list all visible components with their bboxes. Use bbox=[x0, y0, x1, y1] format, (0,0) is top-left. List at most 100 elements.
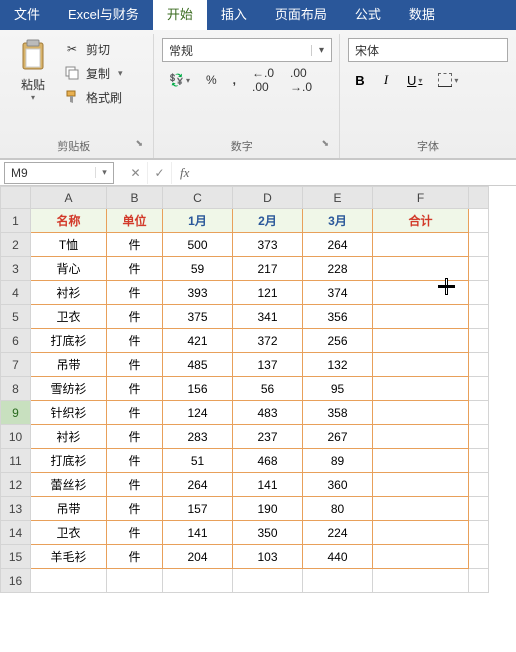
cell[interactable]: 2月 bbox=[233, 209, 303, 233]
cell[interactable] bbox=[469, 425, 489, 449]
cell[interactable] bbox=[163, 569, 233, 593]
col-header[interactable]: A bbox=[31, 187, 107, 209]
border-button[interactable]: ▾ bbox=[431, 68, 465, 92]
bold-button[interactable]: B bbox=[348, 68, 372, 92]
cell[interactable] bbox=[373, 473, 469, 497]
cell[interactable] bbox=[469, 209, 489, 233]
cell[interactable]: 393 bbox=[163, 281, 233, 305]
col-header[interactable]: F bbox=[373, 187, 469, 209]
cell[interactable] bbox=[373, 569, 469, 593]
cell[interactable] bbox=[373, 545, 469, 569]
cell[interactable] bbox=[469, 377, 489, 401]
cell[interactable] bbox=[469, 257, 489, 281]
row-header[interactable]: 9 bbox=[1, 401, 31, 425]
col-header[interactable]: B bbox=[107, 187, 163, 209]
cell[interactable]: 350 bbox=[233, 521, 303, 545]
tab-data[interactable]: 数据 bbox=[395, 0, 449, 30]
cell[interactable]: 吊带 bbox=[31, 497, 107, 521]
tab-home[interactable]: 开始 bbox=[153, 0, 207, 30]
cell[interactable]: 156 bbox=[163, 377, 233, 401]
cell[interactable] bbox=[373, 497, 469, 521]
cell[interactable]: 件 bbox=[107, 401, 163, 425]
cell[interactable]: 256 bbox=[303, 329, 373, 353]
cell[interactable]: 356 bbox=[303, 305, 373, 329]
row-header[interactable]: 3 bbox=[1, 257, 31, 281]
row-header[interactable]: 11 bbox=[1, 449, 31, 473]
cell[interactable]: 341 bbox=[233, 305, 303, 329]
cell[interactable]: 件 bbox=[107, 473, 163, 497]
cell[interactable]: 137 bbox=[233, 353, 303, 377]
row-header[interactable]: 7 bbox=[1, 353, 31, 377]
row-header[interactable]: 8 bbox=[1, 377, 31, 401]
cell[interactable]: 375 bbox=[163, 305, 233, 329]
row-header[interactable]: 4 bbox=[1, 281, 31, 305]
row-header[interactable]: 14 bbox=[1, 521, 31, 545]
underline-button[interactable]: U▾ bbox=[400, 68, 429, 92]
cell[interactable]: 件 bbox=[107, 545, 163, 569]
cell[interactable]: 373 bbox=[233, 233, 303, 257]
cell[interactable]: 440 bbox=[303, 545, 373, 569]
row-header[interactable]: 2 bbox=[1, 233, 31, 257]
cell[interactable]: 372 bbox=[233, 329, 303, 353]
copy-button[interactable]: 复制 ▾ bbox=[60, 62, 127, 84]
cell[interactable]: 190 bbox=[233, 497, 303, 521]
cell[interactable]: 483 bbox=[233, 401, 303, 425]
cell[interactable]: 名称 bbox=[31, 209, 107, 233]
cell[interactable]: 合计 bbox=[373, 209, 469, 233]
chevron-down-icon[interactable]: ▾ bbox=[311, 45, 331, 56]
cell[interactable] bbox=[303, 569, 373, 593]
cell[interactable]: 485 bbox=[163, 353, 233, 377]
tab-file[interactable]: 文件 bbox=[0, 0, 54, 30]
dialog-launcher-icon[interactable]: ⬊ bbox=[321, 138, 329, 149]
cell[interactable] bbox=[373, 521, 469, 545]
col-header[interactable]: C bbox=[163, 187, 233, 209]
cell[interactable]: 204 bbox=[163, 545, 233, 569]
cell[interactable] bbox=[31, 569, 107, 593]
cell[interactable]: 264 bbox=[303, 233, 373, 257]
cell[interactable]: 141 bbox=[163, 521, 233, 545]
cell[interactable]: 打底衫 bbox=[31, 329, 107, 353]
cell[interactable]: 吊带 bbox=[31, 353, 107, 377]
cell[interactable]: 件 bbox=[107, 425, 163, 449]
cell[interactable] bbox=[469, 329, 489, 353]
cell[interactable]: 件 bbox=[107, 353, 163, 377]
cell[interactable]: T恤 bbox=[31, 233, 107, 257]
cell[interactable] bbox=[469, 401, 489, 425]
cell[interactable]: 283 bbox=[163, 425, 233, 449]
cell[interactable] bbox=[469, 545, 489, 569]
cell[interactable] bbox=[373, 305, 469, 329]
comma-style-button[interactable]: , bbox=[226, 68, 243, 92]
cell[interactable] bbox=[373, 449, 469, 473]
cell[interactable]: 132 bbox=[303, 353, 373, 377]
cell[interactable]: 3月 bbox=[303, 209, 373, 233]
cell[interactable]: 95 bbox=[303, 377, 373, 401]
cell[interactable] bbox=[469, 449, 489, 473]
tab-formula[interactable]: 公式 bbox=[341, 0, 395, 30]
cell[interactable] bbox=[373, 233, 469, 257]
cell[interactable]: 360 bbox=[303, 473, 373, 497]
cell[interactable]: 56 bbox=[233, 377, 303, 401]
cut-button[interactable]: ✂ 剪切 bbox=[60, 38, 127, 60]
decrease-decimal-button[interactable]: .00→.0 bbox=[283, 68, 319, 92]
cell[interactable]: 蕾丝衫 bbox=[31, 473, 107, 497]
cell[interactable] bbox=[469, 281, 489, 305]
cell[interactable]: 针织衫 bbox=[31, 401, 107, 425]
cancel-formula-button[interactable]: ✕ bbox=[124, 162, 148, 184]
cell[interactable] bbox=[469, 569, 489, 593]
cell[interactable] bbox=[469, 233, 489, 257]
format-painter-button[interactable]: 格式刷 bbox=[60, 86, 127, 108]
cell[interactable]: 267 bbox=[303, 425, 373, 449]
cell[interactable] bbox=[469, 521, 489, 545]
cell[interactable] bbox=[373, 257, 469, 281]
cell[interactable]: 衬衫 bbox=[31, 281, 107, 305]
cell[interactable] bbox=[469, 497, 489, 521]
percent-button[interactable]: % bbox=[199, 68, 224, 92]
cell[interactable] bbox=[373, 353, 469, 377]
cell[interactable] bbox=[373, 281, 469, 305]
cell[interactable]: 217 bbox=[233, 257, 303, 281]
cell[interactable]: 468 bbox=[233, 449, 303, 473]
cell[interactable]: 雪纺衫 bbox=[31, 377, 107, 401]
cell[interactable]: 件 bbox=[107, 521, 163, 545]
col-header[interactable]: D bbox=[233, 187, 303, 209]
increase-decimal-button[interactable]: ←.0.00 bbox=[245, 68, 281, 92]
